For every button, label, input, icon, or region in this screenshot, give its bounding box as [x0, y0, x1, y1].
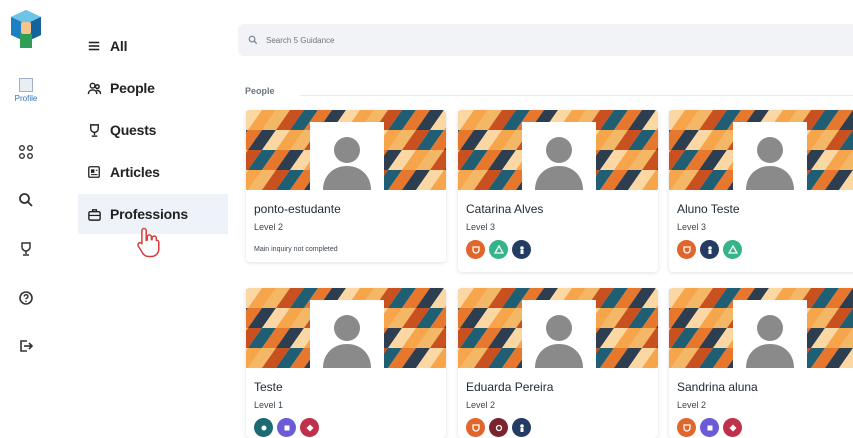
profile-link[interactable]: Profile: [6, 78, 46, 103]
default-avatar-icon: [535, 315, 583, 368]
person-level: Level 2: [466, 400, 496, 410]
badge-list: [466, 240, 650, 259]
nav-item-articles[interactable]: Articles: [78, 152, 228, 192]
avatar: [522, 300, 596, 368]
default-avatar-icon: [746, 315, 794, 368]
badge-icon[interactable]: [677, 418, 696, 437]
list-icon: [86, 38, 102, 54]
card-banner: [458, 288, 658, 368]
card-banner: [246, 288, 446, 368]
badge-list: [466, 418, 650, 437]
nav-label-all: All: [110, 38, 128, 54]
card-banner: [669, 288, 853, 368]
person-name: ponto-estudante: [254, 202, 341, 216]
person-card[interactable]: Catarina Alves Level 3: [458, 110, 658, 272]
badge-icon[interactable]: [512, 240, 531, 259]
trophy-icon[interactable]: [14, 237, 38, 261]
search-icon[interactable]: [14, 188, 38, 212]
person-card[interactable]: ponto-estudante Level 2 Main inquiry not c…: [246, 110, 446, 262]
badge-icon[interactable]: [489, 240, 508, 259]
badge-icon[interactable]: [723, 418, 742, 437]
avatar: [310, 300, 384, 368]
badge-icon[interactable]: [466, 240, 485, 259]
avatar: [310, 122, 384, 190]
nav-item-all[interactable]: All: [78, 26, 228, 66]
logout-icon[interactable]: [14, 334, 38, 358]
person-name: Catarina Alves: [466, 202, 544, 216]
person-level: Level 2: [254, 222, 284, 232]
person-level: Level 3: [466, 222, 496, 232]
person-name: Eduarda Pereira: [466, 380, 554, 394]
app-logo-icon[interactable]: [9, 8, 43, 50]
badge-icon[interactable]: [466, 418, 485, 437]
badge-icon[interactable]: [277, 418, 296, 437]
badge-list: [677, 240, 853, 259]
person-name: Sandrina aluna: [677, 380, 758, 394]
people-icon: [86, 80, 102, 96]
nav-label-people: People: [110, 80, 155, 96]
category-nav: All People Quests Articles Professions: [78, 26, 228, 236]
nav-item-people[interactable]: People: [78, 68, 228, 108]
default-avatar-icon: [746, 137, 794, 190]
icon-rail: Profile: [0, 0, 52, 430]
briefcase-icon: [86, 206, 102, 222]
nav-label-professions: Professions: [110, 206, 188, 222]
nav-label-articles: Articles: [110, 164, 160, 180]
card-banner: [246, 110, 446, 190]
person-card[interactable]: Teste Level 1: [246, 288, 446, 438]
badge-icon[interactable]: [512, 418, 531, 437]
person-name: Teste: [254, 380, 283, 394]
person-level: Level 2: [677, 400, 707, 410]
avatar: [733, 300, 807, 368]
person-name: Aluno Teste: [677, 202, 740, 216]
badge-list: [254, 418, 438, 437]
default-avatar-icon: [323, 137, 371, 190]
badge-icon[interactable]: [700, 418, 719, 437]
badge-icon[interactable]: [300, 418, 319, 437]
section-label-people: People: [245, 86, 275, 96]
person-card[interactable]: Eduarda Pereira Level 2: [458, 288, 658, 438]
nav-item-quests[interactable]: Quests: [78, 110, 228, 150]
profile-label: Profile: [14, 94, 38, 103]
badge-icon[interactable]: [700, 240, 719, 259]
section-divider: [300, 95, 853, 96]
trophy-icon: [86, 122, 102, 138]
profile-image-icon: [19, 78, 33, 92]
person-card[interactable]: Aluno Teste Level 3: [669, 110, 853, 272]
default-avatar-icon: [535, 137, 583, 190]
grid-icon[interactable]: [14, 140, 38, 164]
search-bar[interactable]: [238, 24, 853, 56]
search-input[interactable]: [264, 34, 568, 46]
badge-list: [677, 418, 853, 437]
avatar: [733, 122, 807, 190]
badge-icon[interactable]: [677, 240, 696, 259]
person-note: Main inquiry not completed: [254, 246, 338, 253]
badge-icon[interactable]: [489, 418, 508, 437]
avatar: [522, 122, 596, 190]
nav-label-quests: Quests: [110, 122, 157, 138]
badge-icon[interactable]: [254, 418, 273, 437]
card-banner: [669, 110, 853, 190]
default-avatar-icon: [323, 315, 371, 368]
card-banner: [458, 110, 658, 190]
article-icon: [86, 164, 102, 180]
search-icon: [248, 35, 258, 45]
person-level: Level 3: [677, 222, 707, 232]
person-level: Level 1: [254, 400, 284, 410]
badge-icon[interactable]: [723, 240, 742, 259]
person-card[interactable]: Sandrina aluna Level 2: [669, 288, 853, 438]
help-icon[interactable]: [14, 286, 38, 310]
pointer-hand-icon: [137, 227, 160, 258]
